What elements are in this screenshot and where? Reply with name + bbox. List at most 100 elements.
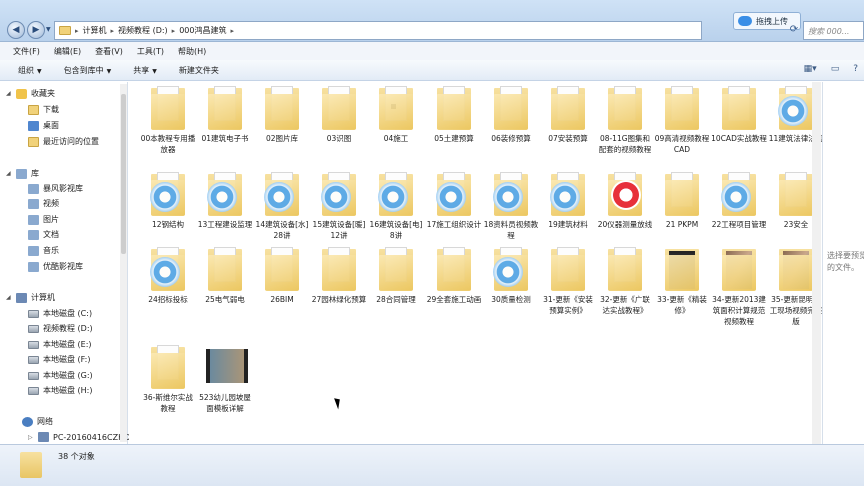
- nav-pictures[interactable]: 图片: [28, 214, 59, 225]
- folder-item[interactable]: 05土建预算: [426, 86, 482, 144]
- breadcrumb-separator-icon[interactable]: ▸: [172, 27, 176, 35]
- menu-file[interactable]: 文件(F): [13, 46, 40, 57]
- nav-desktop[interactable]: 桌面: [28, 120, 59, 131]
- folder-item[interactable]: 21 PKPM: [654, 172, 710, 230]
- folder-item[interactable]: 02图片库: [254, 86, 310, 144]
- nav-libraries[interactable]: ◢ 库: [6, 168, 39, 179]
- include-library-button[interactable]: 包含到库中 ▼: [64, 65, 112, 76]
- folder-item[interactable]: 13工程建设监理: [197, 172, 253, 230]
- address-bar[interactable]: ▸ 计算机 ▸ 视频教程 (D:) ▸ 000鸿昌建筑 ▸: [54, 21, 702, 40]
- back-button[interactable]: ◀: [7, 21, 25, 39]
- scrollbar-thumb[interactable]: [121, 94, 126, 254]
- folder-item[interactable]: 36-斯维尔实战教程: [140, 345, 196, 414]
- menu-tools[interactable]: 工具(T): [137, 46, 164, 57]
- folder-item[interactable]: 12钢结构: [140, 172, 196, 230]
- nav-drive-d[interactable]: 视频教程 (D:): [28, 323, 93, 334]
- help-icon[interactable]: ?: [853, 64, 858, 74]
- expand-icon[interactable]: ▷: [28, 434, 34, 441]
- folder-item[interactable]: 26BIM: [254, 247, 310, 305]
- content-scrollbar[interactable]: [812, 82, 821, 444]
- new-folder-button[interactable]: 新建文件夹: [179, 65, 219, 76]
- item-name: 33-更新《精装修》: [657, 295, 707, 315]
- organize-button[interactable]: 组织 ▼: [18, 65, 42, 76]
- nav-label: 优酷影视库: [43, 262, 83, 271]
- item-name: 31-更新《安装预算实例》: [543, 295, 593, 315]
- folder-item[interactable]: 27园林绿化预算: [311, 247, 367, 305]
- folder-item[interactable]: 28合同管理: [368, 247, 424, 305]
- folder-item[interactable]: 20仪器测量放线: [597, 172, 653, 230]
- nav-drive-e[interactable]: 本地磁盘 (E:): [28, 339, 92, 350]
- breadcrumb-separator-icon[interactable]: ▸: [111, 27, 115, 35]
- folder-item[interactable]: 03识图: [311, 86, 367, 144]
- nav-videos[interactable]: 视频: [28, 198, 59, 209]
- breadcrumb-current-folder[interactable]: 000鸿昌建筑: [179, 25, 226, 36]
- folder-item[interactable]: 06装修预算: [483, 86, 539, 144]
- menu-edit[interactable]: 编辑(E): [54, 46, 81, 57]
- menu-help[interactable]: 帮助(H): [178, 46, 206, 57]
- folder-item[interactable]: 08-11G图集和配套的视频教程: [597, 86, 653, 155]
- folder-item[interactable]: 15建筑设备[暖] 12讲: [311, 172, 367, 241]
- nav-recent[interactable]: 最近访问的位置: [28, 136, 99, 147]
- nav-youku[interactable]: 优酷影视库: [28, 261, 83, 272]
- nav-storm[interactable]: 暴风影视库: [28, 183, 83, 194]
- folder-icon: [606, 86, 644, 130]
- expand-icon[interactable]: ◢: [6, 170, 12, 177]
- folder-item[interactable]: 24招标投标: [140, 247, 196, 305]
- include-library-label: 包含到库中: [63, 65, 104, 75]
- item-name: 18资料员视频教程: [483, 220, 539, 240]
- folder-item[interactable]: 22工程项目管理: [711, 172, 767, 230]
- breadcrumb-separator-icon[interactable]: ▸: [230, 27, 234, 35]
- folder-item[interactable]: 29全套施工动画: [426, 247, 482, 305]
- folder-item[interactable]: 32-更新《广联达实战教程》: [597, 247, 653, 316]
- nav-pc[interactable]: ▷ PC-20160416CZHO: [28, 432, 130, 442]
- history-dropdown-icon[interactable]: ▼: [46, 26, 51, 33]
- nav-drive-h[interactable]: 本地磁盘 (H:): [28, 385, 93, 396]
- breadcrumb-separator-icon[interactable]: ▸: [75, 27, 79, 35]
- menu-view[interactable]: 查看(V): [95, 46, 123, 57]
- folder-item[interactable]: 14建筑设备[水] 28讲: [254, 172, 310, 241]
- nav-documents[interactable]: 文档: [28, 229, 59, 240]
- view-options-icon[interactable]: ▦▾: [804, 64, 817, 74]
- folder-item[interactable]: 01建筑电子书: [197, 86, 253, 144]
- folder-item[interactable]: 18资料员视频教程: [483, 172, 539, 241]
- folder-item[interactable]: 25电气弱电: [197, 247, 253, 305]
- forward-button[interactable]: ▶: [27, 21, 45, 39]
- nav-favorites[interactable]: ◢ 收藏夹: [6, 88, 55, 99]
- back-arrow-icon: ◀: [12, 25, 20, 35]
- folder-item[interactable]: 09高清视频教程CAD: [654, 86, 710, 155]
- folder-item[interactable]: 31-更新《安装预算实例》: [540, 247, 596, 316]
- breadcrumb-drive-d[interactable]: 视频教程 (D:): [118, 25, 168, 36]
- video-file-item[interactable]: 523幼儿园坡屋面模板详解: [197, 345, 253, 414]
- nav-drive-f[interactable]: 本地磁盘 (F:): [28, 354, 90, 365]
- folder-icon: [377, 247, 415, 291]
- item-name: 08-11G图集和配套的视频教程: [598, 134, 652, 154]
- library-icon: [16, 168, 27, 179]
- folder-item[interactable]: 33-更新《精装修》: [654, 247, 710, 316]
- preview-pane-icon[interactable]: ▭: [831, 64, 840, 74]
- search-input[interactable]: 搜索 000...: [803, 21, 864, 40]
- nav-network[interactable]: 网络: [22, 416, 53, 427]
- nav-drive-c[interactable]: 本地磁盘 (C:): [28, 308, 92, 319]
- folder-item[interactable]: 30质量检测: [483, 247, 539, 305]
- refresh-icon[interactable]: ⟳: [786, 22, 802, 38]
- folder-item[interactable]: 34-更新2013建筑面积计算规范视频教程: [711, 247, 767, 327]
- expand-icon[interactable]: ◢: [6, 294, 12, 301]
- folder-item[interactable]: 16建筑设备[电] 8讲: [368, 172, 424, 241]
- folder-icon: [149, 345, 187, 389]
- breadcrumb-computer[interactable]: 计算机: [83, 25, 107, 36]
- folder-item[interactable]: 10CAD实战教程: [711, 86, 767, 144]
- nav-downloads[interactable]: 下载: [28, 104, 59, 115]
- folder-item[interactable]: 17施工组织设计: [426, 172, 482, 230]
- folder-item[interactable]: 19建筑材料: [540, 172, 596, 230]
- folder-item[interactable]: 07安装预算: [540, 86, 596, 144]
- folder-item[interactable]: 04施工: [368, 86, 424, 144]
- nav-computer[interactable]: ◢ 计算机: [6, 292, 55, 303]
- folder-item[interactable]: 00本教程专用播放器: [140, 86, 196, 155]
- nav-music[interactable]: 音乐: [28, 245, 59, 256]
- share-button[interactable]: 共享 ▼: [133, 65, 157, 76]
- nav-scrollbar[interactable]: [120, 84, 127, 442]
- forward-arrow-icon: ▶: [32, 25, 40, 35]
- item-name: 25电气弱电: [205, 295, 245, 304]
- expand-icon[interactable]: ◢: [6, 90, 12, 97]
- nav-drive-g[interactable]: 本地磁盘 (G:): [28, 370, 93, 381]
